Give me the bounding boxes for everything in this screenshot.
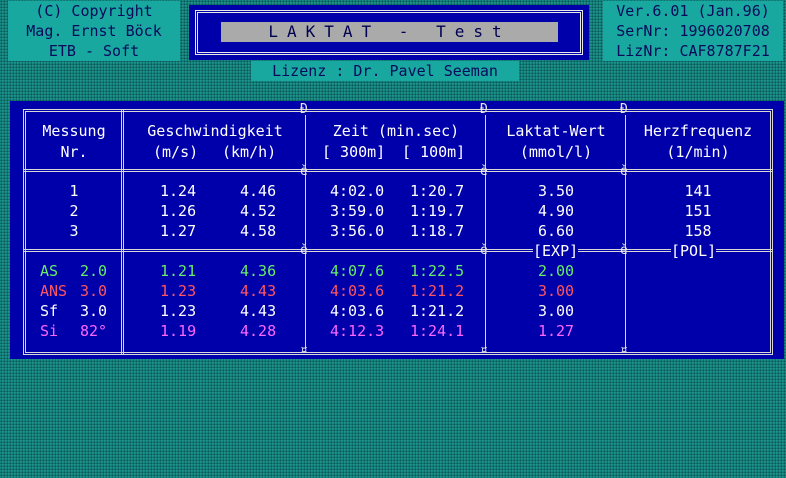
row-lactate: 6.60 <box>537 222 575 240</box>
result-lactate: 3.00 <box>537 302 575 320</box>
result-value: 82° <box>80 322 108 340</box>
result-time-300m: 4:03.6 <box>330 302 385 320</box>
result-time-300m: 4:07.6 <box>330 262 385 280</box>
result-speed-ms: 1.19 <box>160 322 197 340</box>
result-speed-kmh: 4.43 <box>240 302 277 320</box>
copyright-line-3: ETB - Soft <box>48 42 140 60</box>
junction-mark: ¤ <box>480 343 488 358</box>
row-nr: 3 <box>69 222 79 240</box>
result-lactate: 2.00 <box>537 262 575 280</box>
copyright-line-2: Mag. Ernst Böck <box>26 22 162 40</box>
result-speed-ms: 1.23 <box>160 302 197 320</box>
copyright-box: (C) Copyright Mag. Ernst Böck ETB - Soft <box>8 1 180 61</box>
junction-mark: Ð <box>300 102 308 117</box>
row-heart-rate: 151 <box>684 202 712 220</box>
result-speed-ms: 1.21 <box>160 262 197 280</box>
lactate-column-divider <box>625 115 626 349</box>
result-time-100m: 1:21.2 <box>410 302 465 320</box>
header-laktat: Laktat-Wert <box>506 122 606 140</box>
junction-mark: ¤ <box>620 343 628 358</box>
result-speed-ms: 1.23 <box>160 282 197 300</box>
result-speed-kmh: 4.43 <box>240 282 277 300</box>
serial-number-line: SerNr: 1996020708 <box>616 22 770 40</box>
result-value: 3.0 <box>80 282 108 300</box>
exp-tag: [EXP] <box>533 242 579 260</box>
junction-mark: ě <box>620 164 628 179</box>
header-unit-ms: (m/s) <box>153 143 199 161</box>
pol-tag: [POL] <box>671 242 717 260</box>
row-speed-ms: 1.27 <box>160 222 197 240</box>
row-speed-ms: 1.26 <box>160 202 197 220</box>
result-time-300m: 4:12.3 <box>330 322 385 340</box>
license-number-line: LizNr: CAF8787F21 <box>616 42 770 60</box>
row-nr: 1 <box>69 182 79 200</box>
title-frame: LAKTAT - Test <box>195 10 583 55</box>
version-line: Ver.6.01 (Jan.96) <box>616 2 770 20</box>
row-lactate: 4.90 <box>537 202 575 220</box>
header-unit-300m: [ 300m] <box>322 143 386 161</box>
time-column-divider <box>485 115 486 349</box>
result-label: AS <box>40 262 59 280</box>
header-unit-100m: [ 100m] <box>402 143 466 161</box>
row-time-300m: 4:02.0 <box>330 182 385 200</box>
junction-mark: Ð <box>620 102 628 117</box>
result-value: 3.0 <box>80 302 108 320</box>
header-zeit: Zeit (min.sec) <box>332 122 460 140</box>
row-nr: 2 <box>69 202 79 220</box>
header-herzfrequenz-unit: (1/min) <box>666 143 730 161</box>
junction-mark: ě <box>480 243 488 258</box>
row-time-100m: 1:19.7 <box>410 202 465 220</box>
junction-mark: ě <box>300 243 308 258</box>
result-label: Sf <box>40 302 59 320</box>
junction-mark: ě <box>300 164 308 179</box>
result-time-100m: 1:24.1 <box>410 322 465 340</box>
row-time-100m: 1:18.7 <box>410 222 465 240</box>
header-geschwindigkeit: Geschwindigkeit <box>147 122 283 140</box>
header-separator <box>23 169 773 172</box>
header-herzfrequenz: Herzfrequenz <box>643 122 753 140</box>
row-time-300m: 3:56.0 <box>330 222 385 240</box>
row-speed-kmh: 4.52 <box>240 202 277 220</box>
result-time-300m: 4:03.6 <box>330 282 385 300</box>
results-separator <box>23 249 773 252</box>
result-speed-kmh: 4.36 <box>240 262 277 280</box>
title-panel: LAKTAT - Test <box>189 5 589 60</box>
version-box: Ver.6.01 (Jan.96) SerNr: 1996020708 LizN… <box>603 1 783 61</box>
row-heart-rate: 158 <box>684 222 712 240</box>
row-time-300m: 3:59.0 <box>330 202 385 220</box>
junction-mark: Ð <box>480 102 488 117</box>
result-value: 2.0 <box>80 262 108 280</box>
license-strip: Lizenz : Dr. Pavel Seeman <box>251 61 519 81</box>
result-label: Si <box>40 322 59 340</box>
data-panel: Ð Ð Ð ě ě ě ě ě ě ¤ ¤ ¤ Messung Nr. Gesc… <box>10 101 784 359</box>
row-time-100m: 1:20.7 <box>410 182 465 200</box>
junction-mark: ¤ <box>300 343 308 358</box>
app-title: LAKTAT - Test <box>221 22 558 42</box>
result-time-100m: 1:22.5 <box>410 262 465 280</box>
speed-column-divider <box>305 115 306 349</box>
messung-column-divider <box>121 109 124 355</box>
row-speed-ms: 1.24 <box>160 182 197 200</box>
result-speed-kmh: 4.28 <box>240 322 277 340</box>
junction-mark: ě <box>480 164 488 179</box>
row-speed-kmh: 4.46 <box>240 182 277 200</box>
junction-mark: ě <box>620 243 628 258</box>
result-time-100m: 1:21.2 <box>410 282 465 300</box>
row-lactate: 3.50 <box>537 182 575 200</box>
header-unit-kmh: (km/h) <box>222 143 277 161</box>
header-nr: Nr. <box>60 143 88 161</box>
result-lactate: 1.27 <box>537 322 575 340</box>
header-laktat-unit: (mmol/l) <box>519 143 593 161</box>
copyright-line-1: (C) Copyright <box>35 2 153 20</box>
result-label: ANS <box>40 282 68 300</box>
row-speed-kmh: 4.58 <box>240 222 277 240</box>
result-lactate: 3.00 <box>537 282 575 300</box>
header-messung: Messung <box>42 122 106 140</box>
row-heart-rate: 141 <box>684 182 712 200</box>
